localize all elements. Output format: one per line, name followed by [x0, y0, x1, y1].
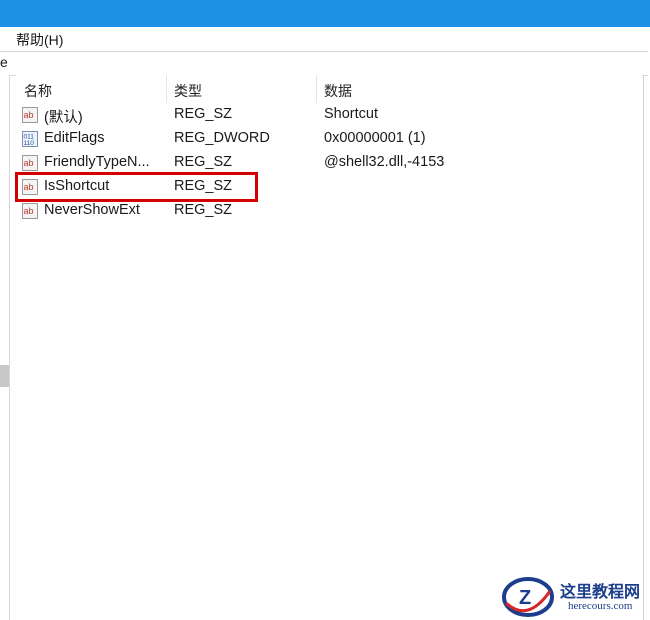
value-type: REG_SZ	[174, 106, 233, 122]
value-data: Shortcut	[324, 106, 378, 122]
values-list: 名称 类型 数据 ab (默认) REG_SZ Shortcut 011 110…	[16, 75, 642, 620]
value-type: REG_SZ	[174, 202, 233, 218]
value-row-editflags[interactable]: 011 110 EditFlags REG_DWORD 0x00000001 (…	[16, 127, 642, 151]
column-header-type[interactable]: 类型	[174, 81, 202, 101]
value-name: EditFlags	[44, 130, 105, 146]
value-type: REG_DWORD	[174, 130, 270, 146]
value-row-nevershowext[interactable]: ab NeverShowExt REG_SZ	[16, 199, 642, 223]
column-header-name[interactable]: 名称	[24, 81, 52, 101]
window-titlebar[interactable]	[0, 0, 650, 27]
value-row-default[interactable]: ab (默认) REG_SZ Shortcut	[16, 103, 642, 127]
value-data: 0x00000001 (1)	[324, 130, 426, 146]
binary-value-icon: 011 110	[22, 131, 38, 147]
highlight-box	[15, 172, 258, 202]
string-value-icon: ab	[22, 107, 38, 123]
watermark-site: herecours.com	[568, 600, 633, 612]
column-divider[interactable]	[166, 75, 167, 103]
value-type: REG_SZ	[174, 154, 233, 170]
menu-help[interactable]: 帮助(H)	[16, 30, 63, 50]
tree-pane[interactable]	[0, 75, 10, 620]
string-value-icon: ab	[22, 155, 38, 171]
list-header: 名称 类型 数据	[16, 75, 642, 103]
svg-text:ab: ab	[24, 158, 34, 168]
value-name: FriendlyTypeN...	[44, 154, 150, 170]
address-text: e	[0, 54, 8, 70]
column-divider[interactable]	[316, 75, 317, 103]
watermark: Z 这里教程网 herecours.com	[498, 572, 650, 620]
menu-bar: 帮助(H)	[0, 27, 650, 51]
pane-border	[643, 75, 644, 620]
tree-scrollbar-thumb[interactable]	[0, 365, 9, 387]
svg-text:Z: Z	[519, 587, 531, 609]
value-name: NeverShowExt	[44, 202, 140, 218]
svg-text:110: 110	[24, 140, 35, 147]
watermark-title: 这里教程网	[560, 582, 641, 601]
string-value-icon: ab	[22, 203, 38, 219]
value-name: (默认)	[44, 110, 83, 126]
svg-text:ab: ab	[24, 206, 34, 216]
column-header-data[interactable]: 数据	[324, 81, 352, 101]
address-bar[interactable]: e	[0, 51, 648, 76]
watermark-logo-icon: Z	[502, 577, 554, 617]
svg-text:ab: ab	[24, 110, 34, 120]
value-data: @shell32.dll,-4153	[324, 154, 445, 170]
